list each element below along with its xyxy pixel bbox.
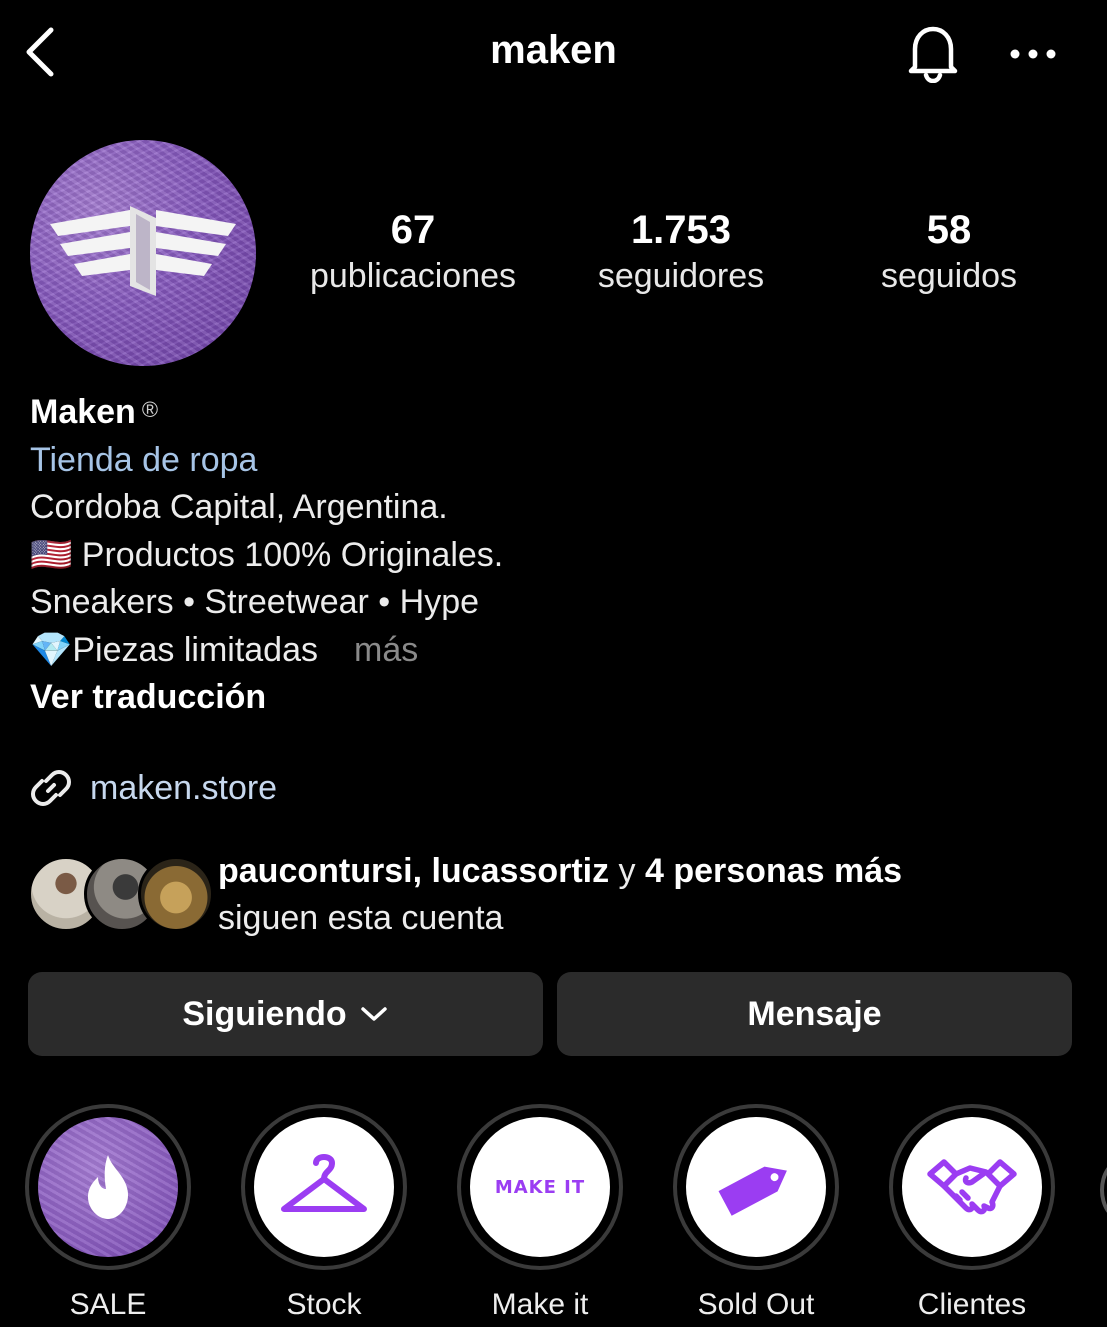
followed-by-names: paucontursi, lucassortiz bbox=[218, 852, 610, 890]
chevron-down-icon bbox=[360, 1007, 387, 1021]
highlight-cover bbox=[686, 1117, 826, 1257]
notifications-button[interactable] bbox=[900, 20, 966, 86]
highlight-cover bbox=[902, 1117, 1042, 1257]
bell-icon bbox=[908, 26, 958, 83]
more-options-button[interactable] bbox=[1000, 26, 1066, 82]
followed-by-suffix: siguen esta cuenta bbox=[218, 899, 504, 937]
posts-count: 67 bbox=[390, 208, 436, 252]
link-icon bbox=[31, 770, 71, 806]
followed-by-others: 4 personas más bbox=[645, 852, 903, 890]
bio-line: 💎Piezas limitadas bbox=[30, 630, 318, 669]
follower-avatar bbox=[138, 856, 214, 932]
website-link[interactable]: maken.store bbox=[28, 762, 277, 814]
posts-label: publicaciones bbox=[309, 257, 517, 295]
see-translation-link[interactable]: Ver traducción bbox=[30, 674, 1090, 722]
followed-by-connector: y bbox=[609, 852, 645, 890]
highlight-cover: MAKE IT bbox=[470, 1117, 610, 1257]
following-button[interactable]: Siguiendo bbox=[28, 972, 543, 1056]
highlight-make-it[interactable]: MAKE IT Make it bbox=[454, 1104, 626, 1322]
following-stat[interactable]: 58 seguidos bbox=[816, 206, 1082, 298]
following-label: Siguiendo bbox=[182, 994, 347, 1033]
highlight-label: Sold Out bbox=[697, 1288, 815, 1321]
highlight-cover bbox=[38, 1117, 178, 1257]
highlight-label: Stock bbox=[286, 1288, 362, 1321]
back-button[interactable] bbox=[18, 24, 62, 80]
highlight-stock[interactable]: Stock bbox=[238, 1104, 410, 1322]
highlight-clientes[interactable]: Clientes bbox=[886, 1104, 1058, 1322]
brand-wings-logo bbox=[50, 206, 236, 296]
highlight-label: Clientes bbox=[917, 1288, 1027, 1321]
highlight-label: Make it bbox=[491, 1288, 589, 1321]
highlight-cover bbox=[254, 1117, 394, 1257]
chevron-left-icon bbox=[26, 27, 54, 77]
top-bar: maken bbox=[0, 0, 1107, 110]
highlight-sale[interactable]: SALE bbox=[22, 1104, 194, 1322]
highlight-label: SALE bbox=[69, 1288, 147, 1321]
bio-line: Sneakers • Streetwear • Hype bbox=[30, 583, 480, 621]
profile-avatar[interactable] bbox=[30, 140, 256, 366]
followers-label: seguidores bbox=[597, 257, 765, 295]
message-button[interactable]: Mensaje bbox=[557, 972, 1072, 1056]
followers-stat[interactable]: 1.753 seguidores bbox=[548, 206, 814, 298]
message-label: Mensaje bbox=[747, 994, 882, 1033]
registered-mark: ® bbox=[141, 397, 159, 422]
website-url: maken.store bbox=[90, 768, 278, 807]
profile-category: Tienda de ropa bbox=[30, 440, 258, 479]
more-horizontal-icon bbox=[1010, 49, 1056, 59]
hanger-icon bbox=[281, 1154, 367, 1212]
profile-stats: 67 publicaciones 1.753 seguidores 58 seg… bbox=[280, 206, 1080, 306]
price-tag-icon bbox=[718, 1166, 787, 1216]
highlight-sold-out[interactable]: Sold Out bbox=[670, 1104, 842, 1322]
followers-count: 1.753 bbox=[630, 208, 732, 252]
profile-bio: Maken ® Tienda de ropa Cordoba Capital, A… bbox=[30, 386, 1090, 722]
posts-stat[interactable]: 67 publicaciones bbox=[280, 206, 546, 298]
make-it-logo: MAKE IT bbox=[494, 1176, 586, 1198]
bio-line: Cordoba Capital, Argentina. bbox=[30, 488, 448, 526]
followed-by-section[interactable]: paucontursi, lucassortiz y 4 personas má… bbox=[28, 848, 1088, 938]
profile-display-name: Maken bbox=[30, 393, 136, 431]
bio-line: 🇺🇸 Productos 100% Originales. bbox=[30, 535, 504, 574]
following-label: seguidos bbox=[880, 257, 1018, 295]
handshake-icon bbox=[927, 1159, 1017, 1215]
highlight-partial[interactable] bbox=[1100, 1160, 1107, 1220]
bio-more-link[interactable]: más bbox=[354, 631, 418, 669]
following-count: 58 bbox=[926, 208, 972, 252]
flame-icon bbox=[88, 1155, 128, 1219]
